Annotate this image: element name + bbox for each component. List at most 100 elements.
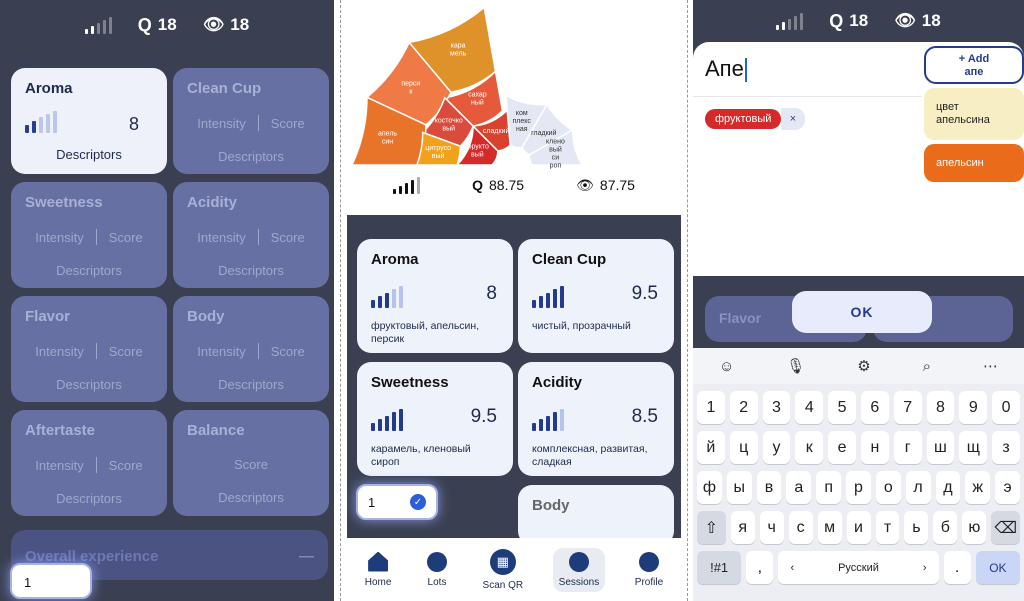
result-card-body[interactable]: Body: [518, 485, 674, 545]
key-r3-8[interactable]: ю: [962, 511, 987, 544]
nav-sessions[interactable]: Sessions: [552, 547, 606, 592]
intensity-label[interactable]: Intensity: [35, 230, 83, 245]
key-r1-0[interactable]: й: [697, 431, 725, 464]
card-aftertaste[interactable]: Aftertaste Intensity Score Descriptors: [11, 410, 167, 516]
key-num-3[interactable]: 4: [795, 391, 824, 424]
card-descriptors[interactable]: Descriptors: [25, 147, 153, 162]
score-input[interactable]: 1 ✓: [356, 484, 438, 520]
card-balance[interactable]: Balance Score Descriptors: [173, 410, 329, 516]
check-icon[interactable]: ✓: [410, 494, 426, 510]
suggestion-color-orange[interactable]: цвет апельсина: [924, 88, 1024, 140]
key-r2-3[interactable]: а: [786, 471, 812, 504]
key-r2-7[interactable]: л: [905, 471, 931, 504]
symbols-key[interactable]: !#1: [697, 551, 742, 584]
key-r1-1[interactable]: ц: [729, 431, 758, 464]
key-r2-5[interactable]: р: [846, 471, 871, 504]
key-num-2[interactable]: 3: [762, 391, 791, 424]
score-label[interactable]: Score: [109, 230, 143, 245]
card-score[interactable]: 8: [129, 114, 139, 135]
intensity-label[interactable]: Intensity: [35, 344, 83, 359]
descriptor-chip[interactable]: фруктовый: [705, 109, 782, 129]
key-r2-4[interactable]: п: [816, 471, 842, 504]
more-icon[interactable]: ⋯: [983, 357, 998, 375]
collapse-icon[interactable]: —: [299, 548, 314, 565]
key-r1-4[interactable]: е: [828, 431, 856, 464]
key-r3-7[interactable]: б: [933, 511, 958, 544]
card-clean-cup[interactable]: Clean Cup Intensity Score Descriptors: [173, 68, 329, 174]
descriptor-input[interactable]: Апе: [705, 56, 747, 82]
key-r2-1[interactable]: ы: [726, 471, 752, 504]
key-r3-2[interactable]: с: [788, 511, 813, 544]
score-label[interactable]: Score: [109, 458, 143, 473]
key-num-6[interactable]: 7: [893, 391, 922, 424]
score-input[interactable]: 1: [10, 563, 92, 599]
result-card-aroma[interactable]: Aroma 8 фруктовый, апельсин, персик: [357, 239, 513, 353]
key-num-9[interactable]: 0: [992, 391, 1020, 424]
result-card-sweetness[interactable]: Sweetness 9.5 карамель, кленовый сироп: [357, 362, 513, 476]
comma-key[interactable]: ,: [746, 551, 774, 584]
key-num-5[interactable]: 6: [860, 391, 889, 424]
key-r3-1[interactable]: ч: [759, 511, 784, 544]
card-descriptors[interactable]: Descriptors: [25, 491, 153, 506]
nav-scan-qr[interactable]: ▦ Scan QR: [477, 545, 530, 595]
key-r3-6[interactable]: ь: [904, 511, 929, 544]
card-descriptors[interactable]: Descriptors: [187, 149, 315, 164]
suggestion-orange[interactable]: апельсин: [924, 144, 1024, 182]
intensity-label[interactable]: Intensity: [197, 230, 245, 245]
backspace-key[interactable]: ⌫: [991, 511, 1021, 544]
key-r1-8[interactable]: щ: [959, 431, 988, 464]
key-r2-9[interactable]: ж: [965, 471, 991, 504]
add-descriptor-button[interactable]: + Add апе: [924, 46, 1024, 84]
shift-key[interactable]: ⇧: [697, 511, 726, 544]
key-num-0[interactable]: 1: [697, 391, 725, 424]
card-descriptors[interactable]: Descriptors: [187, 377, 315, 392]
score-label[interactable]: Score: [234, 457, 268, 472]
intensity-label[interactable]: Intensity: [197, 344, 245, 359]
settings-icon[interactable]: ⚙: [857, 357, 870, 375]
key-r1-9[interactable]: з: [992, 431, 1020, 464]
key-r2-8[interactable]: д: [935, 471, 961, 504]
card-descriptors[interactable]: Descriptors: [25, 377, 153, 392]
result-card-clean-cup[interactable]: Clean Cup 9.5 чистый, прозрачный: [518, 239, 674, 353]
intensity-label[interactable]: Intensity: [35, 458, 83, 473]
card-aroma[interactable]: Aroma 8 Descriptors: [11, 68, 167, 174]
score-label[interactable]: Score: [271, 230, 305, 245]
result-card-acidity[interactable]: Acidity 8.5 комплексная, развитая, сладк…: [518, 362, 674, 476]
period-key[interactable]: .: [943, 551, 971, 584]
key-num-4[interactable]: 5: [828, 391, 856, 424]
score-label[interactable]: Score: [109, 344, 143, 359]
key-r3-5[interactable]: т: [875, 511, 900, 544]
key-r1-2[interactable]: у: [762, 431, 791, 464]
card-sweetness[interactable]: Sweetness Intensity Score Descriptors: [11, 182, 167, 288]
ok-button[interactable]: OK: [792, 291, 932, 333]
key-r3-3[interactable]: м: [817, 511, 842, 544]
key-r2-6[interactable]: о: [875, 471, 901, 504]
intensity-label[interactable]: Intensity: [197, 116, 245, 131]
key-r1-7[interactable]: ш: [926, 431, 955, 464]
key-num-7[interactable]: 8: [926, 391, 955, 424]
search-icon[interactable]: ⌕: [923, 358, 931, 375]
key-num-8[interactable]: 9: [959, 391, 988, 424]
nav-lots[interactable]: Lots: [421, 548, 453, 592]
key-r1-5[interactable]: н: [860, 431, 889, 464]
key-r1-6[interactable]: г: [893, 431, 922, 464]
card-descriptors[interactable]: Descriptors: [187, 490, 315, 505]
chip-remove-icon[interactable]: ×: [781, 108, 805, 130]
key-r2-0[interactable]: ф: [697, 471, 722, 504]
key-r2-2[interactable]: в: [756, 471, 782, 504]
score-label[interactable]: Score: [271, 344, 305, 359]
space-key[interactable]: ‹ Русский ›: [778, 551, 939, 584]
card-descriptors[interactable]: Descriptors: [25, 263, 153, 278]
key-r1-3[interactable]: к: [795, 431, 824, 464]
key-r2-10[interactable]: э: [995, 471, 1020, 504]
mic-icon[interactable]: 🎙: [786, 357, 805, 375]
score-label[interactable]: Score: [271, 116, 305, 131]
emoji-icon[interactable]: ☺: [719, 358, 734, 375]
key-r3-0[interactable]: я: [730, 511, 755, 544]
key-num-1[interactable]: 2: [729, 391, 758, 424]
key-r3-4[interactable]: и: [846, 511, 871, 544]
card-descriptors[interactable]: Descriptors: [187, 263, 315, 278]
nav-profile[interactable]: Profile: [629, 548, 669, 592]
nav-home[interactable]: Home: [359, 548, 398, 592]
card-acidity[interactable]: Acidity Intensity Score Descriptors: [173, 182, 329, 288]
